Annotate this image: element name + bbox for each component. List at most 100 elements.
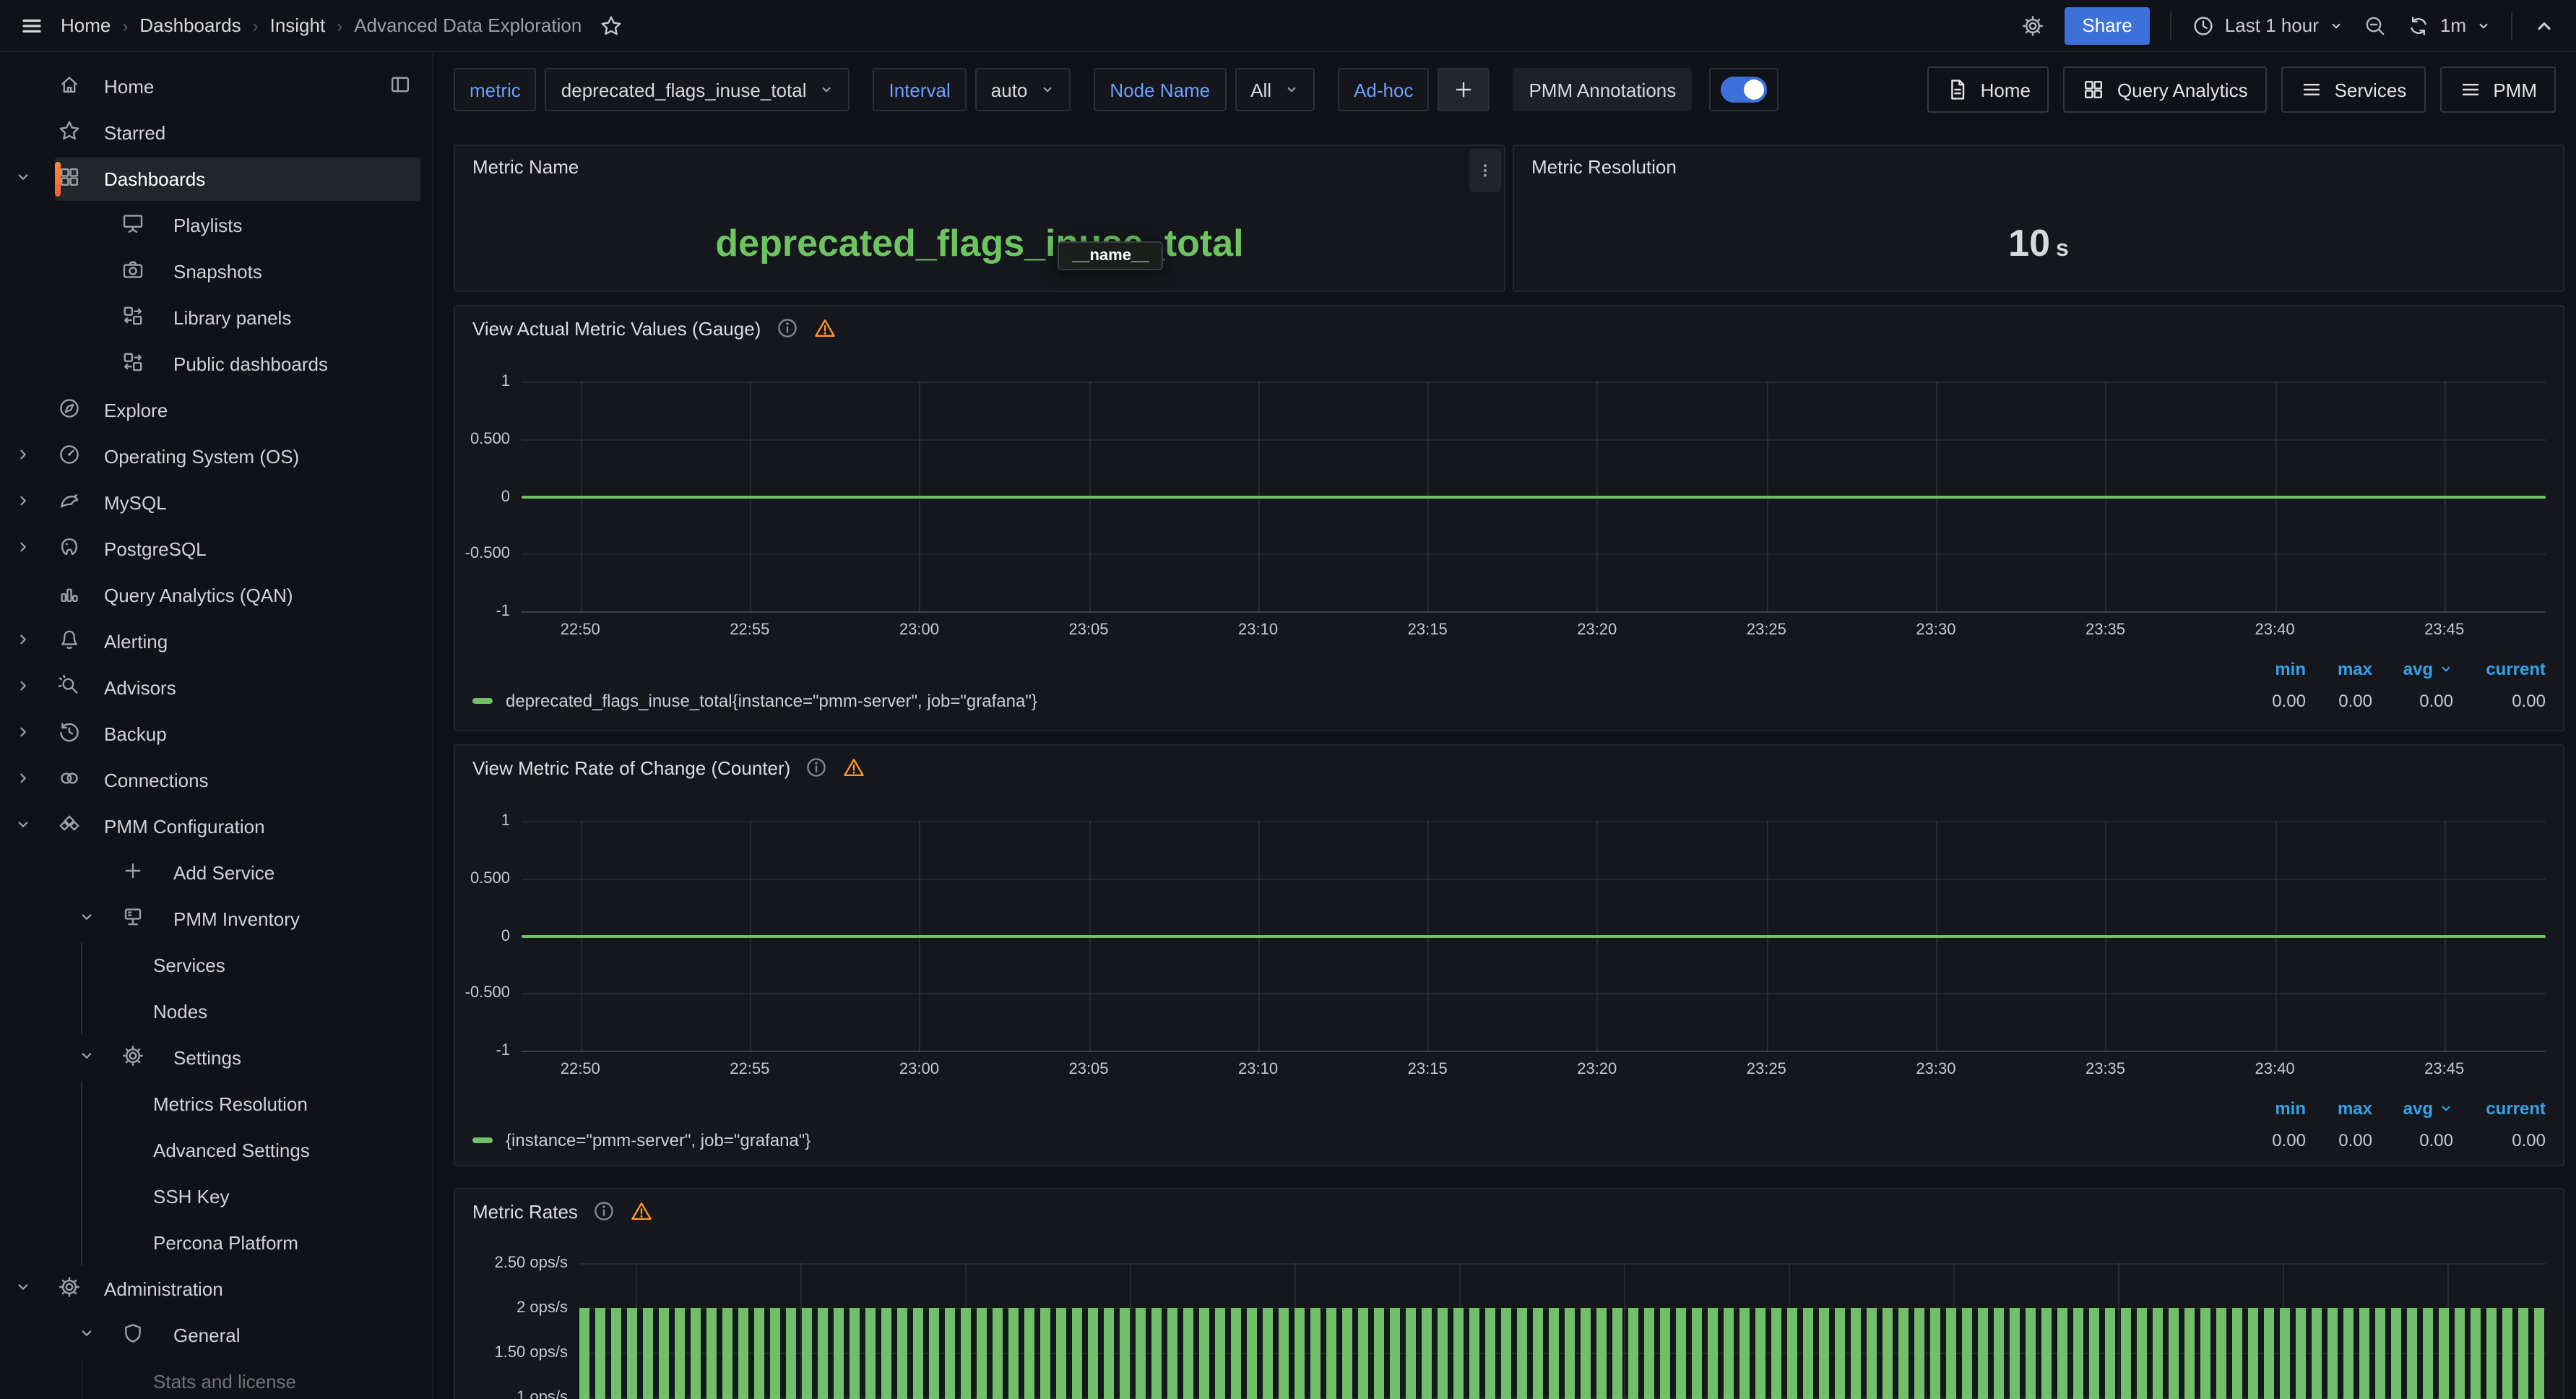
sidebar-item-snapshots[interactable]: Snapshots [0, 249, 432, 295]
sidebar-item-advisors[interactable]: Advisors [0, 665, 432, 711]
sidebar-item-explore[interactable]: Explore [0, 387, 432, 434]
y-axis-tick: -1 [455, 603, 510, 620]
refresh-picker[interactable]: 1m [2407, 14, 2491, 37]
y-axis-tick: 0.500 [455, 870, 510, 887]
legend-stat-header-max[interactable]: max [2306, 659, 2372, 679]
panel-title[interactable]: View Actual Metric Values (Gauge) [455, 306, 2563, 350]
chevron-right-icon[interactable] [14, 492, 32, 514]
link-button-home[interactable]: Home [1927, 66, 2049, 113]
sidebar-item-dashboards[interactable]: Dashboards [0, 156, 432, 202]
variable-label-interval[interactable]: Interval [873, 68, 967, 111]
gear-icon[interactable] [2021, 14, 2044, 37]
panel-title[interactable]: Metric Resolution [1514, 146, 2563, 188]
chevron-right-icon[interactable] [14, 723, 32, 745]
series-name[interactable]: {instance="pmm-server", job="grafana"} [506, 1130, 811, 1150]
warning-icon[interactable] [630, 1200, 653, 1223]
add-filter-button[interactable] [1438, 68, 1490, 111]
sidebar-item-pmm-inventory[interactable]: PMM Inventory [0, 896, 432, 942]
breadcrumb-item-insight[interactable]: Insight [270, 14, 326, 36]
sidebar-item-percona-platform[interactable]: Percona Platform [0, 1220, 432, 1266]
legend-stat-header-avg[interactable]: avg [2372, 659, 2453, 679]
breadcrumb-item-home[interactable]: Home [61, 14, 111, 36]
collapse-topbar-icon[interactable] [2533, 14, 2556, 37]
legend-stat-header-min[interactable]: min [2242, 659, 2306, 679]
time-range-picker[interactable]: Last 1 hour [2192, 14, 2343, 37]
legend-stat-header-min[interactable]: min [2242, 1098, 2306, 1119]
breadcrumb-item-advanced-data-exploration[interactable]: Advanced Data Exploration [354, 14, 582, 36]
link-button-label: PMM [2493, 79, 2537, 100]
sidebar-item-public-dashboards[interactable]: Public dashboards [0, 341, 432, 387]
pmm-annotations-label[interactable]: PMM Annotations [1513, 68, 1692, 111]
sidebar-item-pmm-configuration[interactable]: PMM Configuration [0, 804, 432, 850]
series-name[interactable]: deprecated_flags_inuse_total{instance="p… [506, 691, 1037, 711]
sidebar-item-ssh-key[interactable]: SSH Key [0, 1174, 432, 1220]
panel-title[interactable]: Metric Name [455, 146, 1504, 188]
chevron-right-icon[interactable] [14, 631, 32, 653]
sidebar-item-starred[interactable]: Starred [0, 110, 432, 156]
legend-stat-header-current[interactable]: current [2453, 1098, 2546, 1119]
sidebar-item-playlists[interactable]: Playlists [0, 202, 432, 249]
sidebar-item-mysql[interactable]: MySQL [0, 480, 432, 526]
panel-menu-button[interactable] [1469, 149, 1501, 192]
sidebar-item-administration[interactable]: Administration [0, 1266, 432, 1312]
sidebar-item-backup[interactable]: Backup [0, 711, 432, 757]
gear-icon [121, 1044, 144, 1067]
adhoc-label[interactable]: Ad-hoc [1338, 68, 1429, 111]
link-button-query-analytics[interactable]: Query Analytics [2064, 66, 2267, 113]
panel-title[interactable]: Metric Rates [455, 1189, 2563, 1233]
sidebar-item-metrics-resolution[interactable]: Metrics Resolution [0, 1081, 432, 1127]
sidebar-item-postgresql[interactable]: PostgreSQL [0, 526, 432, 572]
sidebar-item-nodes[interactable]: Nodes [0, 989, 432, 1035]
chevron-right-icon[interactable] [14, 538, 32, 560]
legend-stat-header-max[interactable]: max [2306, 1098, 2372, 1119]
info-icon[interactable] [775, 317, 798, 340]
sidebar-item-advanced-settings[interactable]: Advanced Settings [0, 1127, 432, 1174]
chart-plot-area[interactable] [522, 382, 2546, 611]
sidebar-item-label: MySQL [104, 492, 167, 514]
info-icon[interactable] [805, 756, 828, 779]
breadcrumb-item-dashboards[interactable]: Dashboards [139, 14, 241, 36]
sidebar-item-home[interactable]: Home [0, 64, 432, 110]
variable-value-interval[interactable]: auto [975, 68, 1071, 111]
legend-stat-header-current[interactable]: current [2453, 659, 2546, 679]
sidebar-item-alerting[interactable]: Alerting [0, 619, 432, 665]
warning-icon[interactable] [813, 317, 836, 340]
variable-value-metric[interactable]: deprecated_flags_inuse_total [545, 68, 850, 111]
info-icon[interactable] [592, 1200, 615, 1223]
chevron-down-icon[interactable] [14, 168, 32, 190]
chevron-right-icon[interactable] [14, 677, 32, 699]
variable-label-metric[interactable]: metric [454, 68, 537, 111]
panel-title[interactable]: View Metric Rate of Change (Counter) [455, 746, 2563, 789]
warning-icon[interactable] [842, 756, 865, 779]
sidebar-item-operating-system-os[interactable]: Operating System (OS) [0, 434, 432, 480]
sidebar-item-library-panels[interactable]: Library panels [0, 295, 432, 341]
chevron-right-icon[interactable] [14, 446, 32, 468]
zoom-out-icon[interactable] [2364, 14, 2387, 37]
chevron-right-icon[interactable] [14, 770, 32, 791]
sidebar-item-stats-and-license[interactable]: Stats and license [0, 1359, 432, 1399]
chevron-down-icon[interactable] [78, 908, 95, 930]
chevron-down-icon[interactable] [78, 1325, 95, 1346]
star-icon[interactable] [599, 14, 622, 37]
chevron-down-icon[interactable] [78, 1047, 95, 1069]
variable-value-node-name[interactable]: All [1235, 68, 1315, 111]
share-button[interactable]: Share [2065, 7, 2149, 44]
x-axis-tick: 23:30 [1916, 1061, 1955, 1078]
chevron-down-icon[interactable] [14, 816, 32, 838]
chart-plot-area[interactable] [579, 1263, 2546, 1399]
sidebar-item-settings[interactable]: Settings [0, 1035, 432, 1081]
link-button-pmm[interactable]: PMM [2439, 66, 2556, 113]
chevron-down-icon[interactable] [14, 1278, 32, 1300]
variable-label-node-name[interactable]: Node Name [1094, 68, 1226, 111]
hamburger-menu-icon[interactable] [20, 14, 43, 37]
link-button-services[interactable]: Services [2281, 66, 2426, 113]
chart-plot-area[interactable] [522, 821, 2546, 1051]
sidebar-item-add-service[interactable]: Add Service [0, 850, 432, 896]
sidebar-item-query-analytics-qan[interactable]: Query Analytics (QAN) [0, 572, 432, 619]
dock-icon[interactable] [389, 73, 412, 100]
pmm-annotations-toggle[interactable] [1709, 68, 1778, 111]
sidebar-item-general[interactable]: General [0, 1312, 432, 1359]
legend-stat-header-avg[interactable]: avg [2372, 1098, 2453, 1119]
sidebar-item-services[interactable]: Services [0, 942, 432, 989]
sidebar-item-connections[interactable]: Connections [0, 757, 432, 804]
